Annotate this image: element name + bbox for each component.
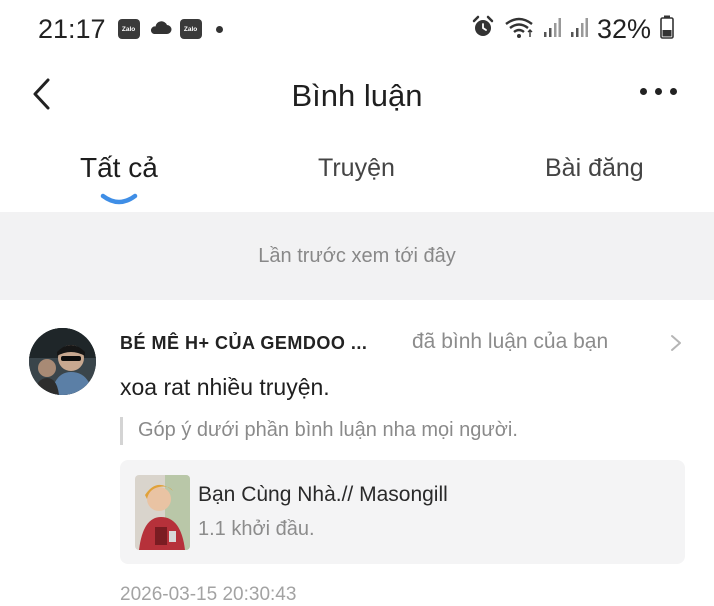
more-button[interactable] xyxy=(640,88,677,95)
tab-posts[interactable]: Bài đăng xyxy=(545,154,644,183)
page-title: Bình luận xyxy=(291,78,423,113)
chevron-right-icon[interactable] xyxy=(669,334,683,352)
quote-bar xyxy=(120,417,123,445)
more-dots-icon xyxy=(640,88,647,95)
last-seen-text: Lần trước xem tới đây xyxy=(258,244,456,267)
story-title: Bạn Cùng Nhà.// Masongill xyxy=(198,483,448,506)
tab-all[interactable]: Tất cả xyxy=(80,152,158,184)
tab-stories[interactable]: Truyện xyxy=(318,154,395,183)
notification-dot xyxy=(215,25,223,33)
comment-text: xoa rat nhiều truyện. xyxy=(120,374,330,400)
alarm-icon xyxy=(471,15,495,44)
status-time: 21:17 xyxy=(38,13,106,44)
avatar[interactable] xyxy=(29,328,96,395)
zalo-icon: Zalo xyxy=(117,19,140,39)
comment-action: đã bình luận của bạn xyxy=(412,330,609,353)
comment-header: BÉ MÊ H+ CỦA GEMDOO ... đã bình luận của… xyxy=(120,330,683,356)
story-card[interactable]: Bạn Cùng Nhà.// Masongill 1.1 khởi đầu. xyxy=(120,460,685,564)
battery-percent: 32% xyxy=(596,13,651,44)
more-dots-icon xyxy=(670,88,677,95)
signal-icon xyxy=(570,16,588,43)
story-cover xyxy=(135,475,190,550)
comment-timestamp: 2026-03-15 20:30:43 xyxy=(120,584,297,605)
comment-item[interactable]: BÉ MÊ H+ CỦA GEMDOO ... đã bình luận của… xyxy=(0,300,714,605)
cloud-icon xyxy=(148,19,172,40)
status-bar: 21:17 Zalo Zalo 32% xyxy=(0,0,714,58)
more-dots-icon xyxy=(655,88,662,95)
header: Bình luận xyxy=(0,58,714,134)
wifi-icon xyxy=(504,15,534,44)
signal-icon xyxy=(543,16,561,43)
status-right: 32% xyxy=(471,14,674,45)
tab-bar: Tất cả Truyện Bài đăng xyxy=(0,134,714,212)
quoted-comment: Góp ý dưới phần bình luận nha mọi người. xyxy=(138,419,518,441)
story-chapter: 1.1 khởi đầu. xyxy=(198,518,315,540)
battery-icon xyxy=(660,15,674,44)
status-left: 21:17 Zalo Zalo xyxy=(38,14,223,45)
last-seen-notice: Lần trước xem tới đây xyxy=(0,212,714,300)
tab-active-indicator xyxy=(100,193,138,205)
zalo-icon: Zalo xyxy=(179,19,202,39)
comment-author[interactable]: BÉ MÊ H+ CỦA GEMDOO ... xyxy=(120,333,367,354)
